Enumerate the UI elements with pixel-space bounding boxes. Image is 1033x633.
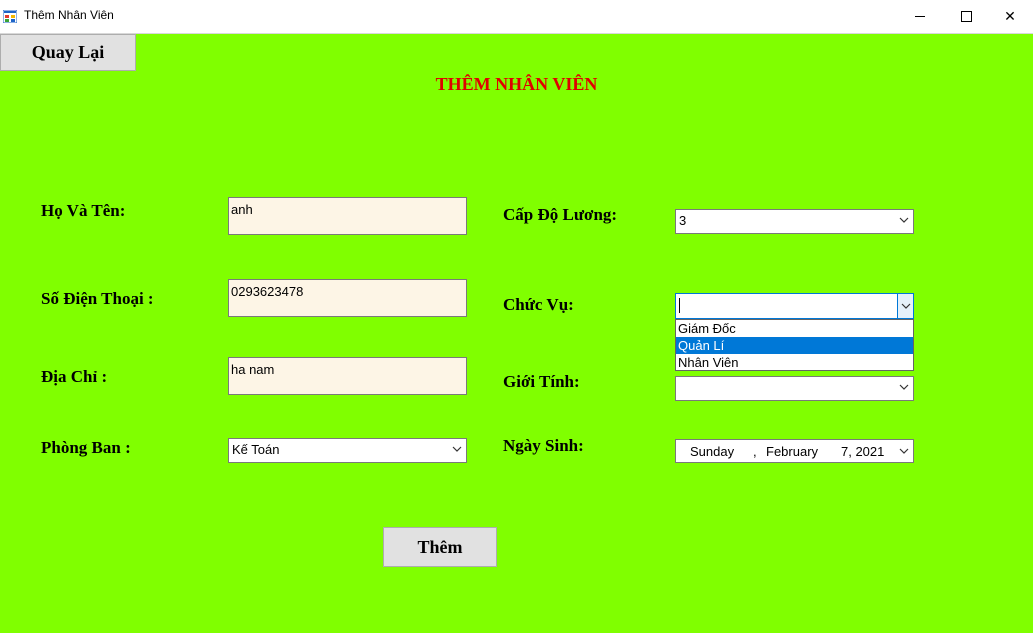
position-dropdown-arrow[interactable] bbox=[897, 294, 913, 318]
title-bar: Thêm Nhân Viên ✕ bbox=[0, 0, 1033, 34]
dropdown-option-quan-li[interactable]: Quản Lí bbox=[676, 337, 913, 354]
department-select[interactable]: Kế Toán bbox=[228, 438, 467, 463]
salary-level-select-value: 3 bbox=[679, 213, 687, 228]
chevron-down-icon[interactable] bbox=[899, 446, 909, 456]
position-label: Chức Vụ: bbox=[503, 295, 574, 314]
full-name-input[interactable]: anh bbox=[228, 197, 467, 235]
birth-date-picker[interactable]: Sunday , February 7, 2021 bbox=[675, 439, 914, 463]
minimize-button[interactable] bbox=[897, 0, 943, 33]
position-dropdown-list[interactable]: Giám Đốc Quản Lí Nhân Viên bbox=[675, 319, 914, 371]
birth-date-day-year[interactable]: 7, 2021 bbox=[841, 444, 884, 459]
full-name-label: Họ Và Tên: bbox=[41, 201, 126, 220]
birth-date-label: Ngày Sinh: bbox=[503, 436, 584, 455]
chevron-down-icon bbox=[899, 217, 909, 223]
maximize-icon bbox=[960, 11, 972, 22]
position-select[interactable] bbox=[675, 293, 914, 319]
app-icon bbox=[3, 10, 17, 23]
gender-select[interactable] bbox=[675, 376, 914, 401]
salary-level-label: Cấp Độ Lương: bbox=[503, 205, 618, 224]
chevron-down-icon bbox=[901, 303, 911, 309]
birth-date-weekday[interactable]: Sunday bbox=[690, 444, 734, 459]
text-caret bbox=[679, 298, 680, 314]
address-label: Địa Chỉ : bbox=[41, 367, 108, 386]
dropdown-option-nhan-vien[interactable]: Nhân Viên bbox=[676, 354, 913, 371]
address-input[interactable]: ha nam bbox=[228, 357, 467, 395]
back-button[interactable]: Quay Lại bbox=[0, 34, 136, 71]
phone-label: Số Điện Thoại : bbox=[41, 289, 154, 308]
department-select-value: Kế Toán bbox=[232, 442, 280, 457]
phone-input[interactable]: 0293623478 bbox=[228, 279, 467, 317]
birth-date-separator: , bbox=[753, 444, 757, 459]
gender-label: Giới Tính: bbox=[503, 372, 580, 391]
department-label: Phòng Ban : bbox=[41, 438, 131, 457]
add-button[interactable]: Thêm bbox=[383, 527, 497, 567]
minimize-icon bbox=[915, 16, 925, 17]
page-title: THÊM NHÂN VIÊN bbox=[435, 74, 598, 94]
chevron-down-icon bbox=[899, 384, 909, 390]
chevron-down-icon bbox=[452, 446, 462, 452]
dropdown-option-giam-doc[interactable]: Giám Đốc bbox=[676, 320, 913, 337]
maximize-button[interactable] bbox=[943, 0, 989, 33]
window-title: Thêm Nhân Viên bbox=[24, 8, 114, 22]
close-icon: ✕ bbox=[1004, 8, 1016, 24]
birth-date-month[interactable]: February bbox=[766, 444, 818, 459]
salary-level-select[interactable]: 3 bbox=[675, 209, 914, 234]
close-button[interactable]: ✕ bbox=[987, 0, 1033, 33]
